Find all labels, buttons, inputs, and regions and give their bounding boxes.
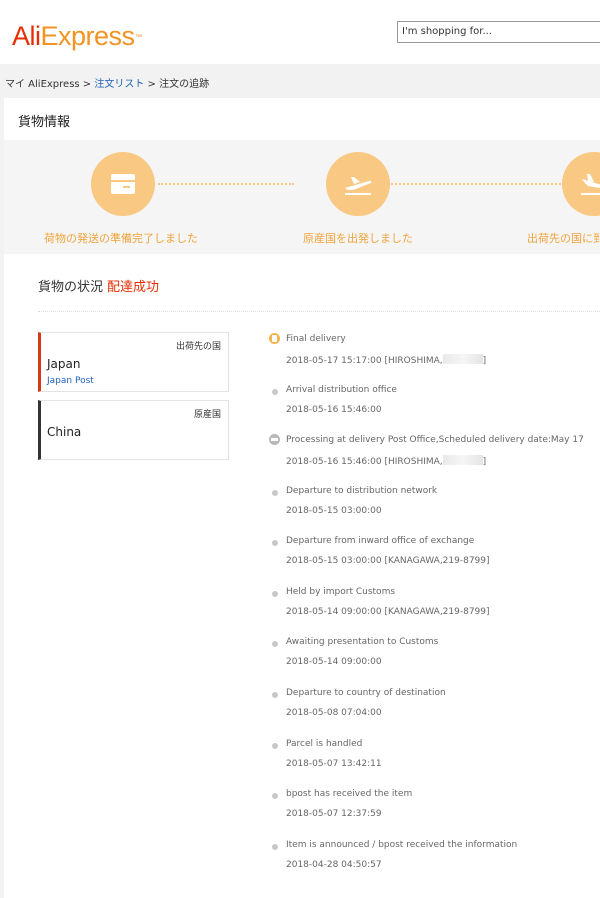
event-time: 2018-05-08 07:04:00	[286, 708, 382, 718]
event-meta: 2018-05-16 15:46:00 [HIROSHIMA,]	[286, 455, 486, 467]
delivered-icon	[269, 333, 280, 344]
event-time: 2018-05-14 09:00:00	[286, 607, 382, 617]
timeline-dot-icon	[272, 641, 278, 647]
event-time: 2018-05-16 15:46:00	[286, 405, 382, 415]
timeline-dot-icon	[272, 743, 278, 749]
status-value: 配達成功	[107, 280, 160, 295]
search-box[interactable]	[397, 21, 600, 43]
logo-express-text: Express	[40, 21, 136, 51]
progress-connector	[388, 183, 564, 185]
event-title: Awaiting presentation to Customs	[286, 637, 439, 647]
aliexpress-logo[interactable]: AliExpress ™	[12, 19, 142, 53]
breadcrumb-orders-link[interactable]: 注文リスト	[94, 79, 144, 90]
redacted-text	[442, 354, 483, 364]
breadcrumb-current: 注文の追跡	[159, 79, 210, 90]
panel-title: 貨物情報	[18, 115, 71, 130]
breadcrumb-home[interactable]: マイ AliExpress	[5, 79, 80, 90]
breadcrumb: マイ AliExpress > 注文リスト > 注文の追跡	[5, 75, 209, 90]
redacted-text	[442, 455, 483, 465]
breadcrumb-separator: >	[79, 79, 95, 90]
event-time: 2018-05-15 03:00:00	[286, 506, 382, 516]
logo-ali-text: Ali	[12, 21, 41, 51]
shipment-panel: 貨物情報 荷物の発送の準備完了しました 原産国を出発しました 出荷先の国に到 貨…	[4, 98, 600, 898]
event-time: 2018-05-14 09:00:00	[286, 657, 382, 667]
logo-trademark: ™	[135, 34, 142, 41]
event-title: Item is announced / bpost received the i…	[286, 840, 518, 850]
origin-country-card[interactable]: 原産国 China	[38, 400, 229, 460]
timeline-dot-icon	[272, 692, 278, 698]
timeline-dot-icon	[272, 793, 278, 799]
event-time: 2018-05-16 15:46:00	[286, 457, 382, 467]
event-location: [HIROSHIMA,	[384, 356, 443, 366]
event-time: 2018-05-07 13:42:11	[286, 759, 382, 769]
plane-departure-icon	[326, 152, 390, 216]
event-title: Arrival distribution office	[286, 385, 397, 395]
delivery-truck-icon	[269, 434, 280, 445]
event-title: Processing at delivery Post Office,Sched…	[286, 435, 584, 445]
card-tag: 出荷先の国	[175, 342, 221, 352]
card-country: Japan	[47, 357, 81, 371]
progress-steps: 荷物の発送の準備完了しました 原産国を出発しました 出荷先の国に到	[4, 140, 600, 254]
event-title: Departure to distribution network	[286, 486, 438, 496]
card-carrier-link[interactable]: Japan Post	[47, 376, 94, 386]
step-label-arrived: 出荷先の国に到	[527, 232, 600, 245]
event-location: [KANAGAWA,219-8799]	[384, 607, 490, 617]
event-time: 2018-05-17 15:17:00	[286, 356, 382, 366]
event-location-end: ]	[482, 356, 487, 366]
step-label-departed: 原産国を出発しました	[303, 232, 413, 245]
event-location-end: ]	[482, 457, 487, 467]
event-time: 2018-05-15 03:00:00	[286, 556, 382, 566]
event-meta: 2018-05-14 09:00:00 [KANAGAWA,219-8799]	[286, 607, 490, 617]
event-title: Final delivery	[286, 334, 346, 344]
site-header: AliExpress ™	[0, 0, 600, 64]
event-title: Departure from inward office of exchange	[286, 536, 475, 546]
event-title: Departure to country of destination	[286, 688, 446, 698]
event-meta: 2018-05-17 15:17:00 [HIROSHIMA,]	[286, 354, 486, 366]
timeline-dot-icon	[272, 540, 278, 546]
timeline-dot-icon	[272, 844, 278, 850]
event-title: Held by import Customs	[286, 587, 396, 597]
timeline-dot-icon	[272, 389, 278, 395]
timeline-dot-icon	[272, 490, 278, 496]
event-title: Parcel is handled	[286, 739, 363, 749]
plane-arrival-icon	[562, 152, 600, 216]
card-country: China	[47, 425, 82, 439]
progress-connector	[158, 183, 294, 185]
step-label-ready: 荷物の発送の準備完了しました	[44, 232, 198, 245]
timeline-dot-icon	[272, 591, 278, 597]
event-time: 2018-04-28 04:50:57	[286, 860, 382, 870]
event-location: [HIROSHIMA,	[384, 457, 443, 467]
status-label: 貨物の状況	[38, 280, 104, 295]
breadcrumb-separator: >	[144, 79, 160, 90]
event-time: 2018-05-07 12:37:59	[286, 809, 382, 819]
event-meta: 2018-05-15 03:00:00 [KANAGAWA,219-8799]	[286, 556, 490, 566]
shipment-status: 貨物の状況 配達成功	[38, 276, 159, 295]
search-input[interactable]	[402, 26, 600, 37]
divider	[38, 311, 600, 312]
card-tag: 原産国	[193, 410, 221, 420]
package-icon	[91, 152, 155, 216]
event-location: [KANAGAWA,219-8799]	[384, 556, 490, 566]
event-title: bpost has received the item	[286, 789, 413, 799]
destination-country-card[interactable]: 出荷先の国 Japan Japan Post	[38, 332, 229, 392]
